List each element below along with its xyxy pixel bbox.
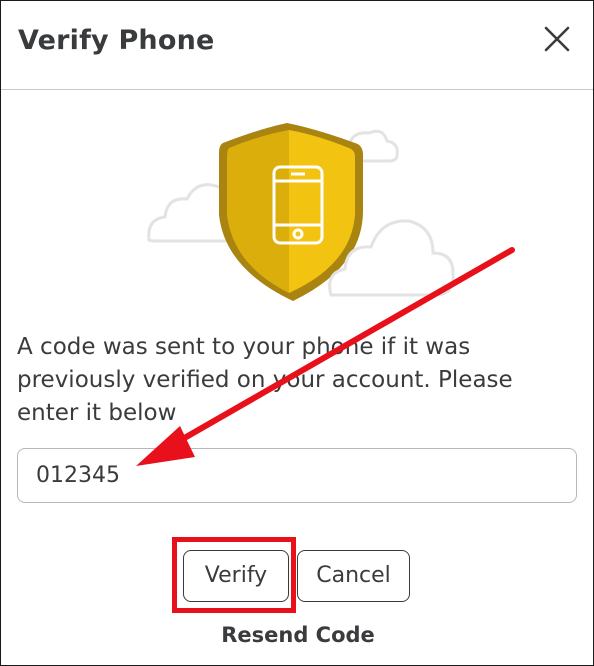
cancel-button[interactable]: Cancel	[297, 550, 410, 602]
code-input[interactable]	[17, 448, 577, 503]
verification-message: A code was sent to your phone if it was …	[17, 334, 513, 426]
dialog-header: Verify Phone	[1, 1, 593, 90]
resend-code-link[interactable]: Resend Code	[1, 623, 594, 647]
verify-phone-dialog: Verify Phone A code was sent to your pho…	[0, 0, 594, 666]
dialog-title: Verify Phone	[18, 25, 215, 56]
close-button[interactable]	[539, 21, 575, 57]
phone-shield-icon	[147, 123, 455, 301]
close-icon	[544, 26, 570, 52]
verify-button[interactable]: Verify	[183, 550, 289, 602]
